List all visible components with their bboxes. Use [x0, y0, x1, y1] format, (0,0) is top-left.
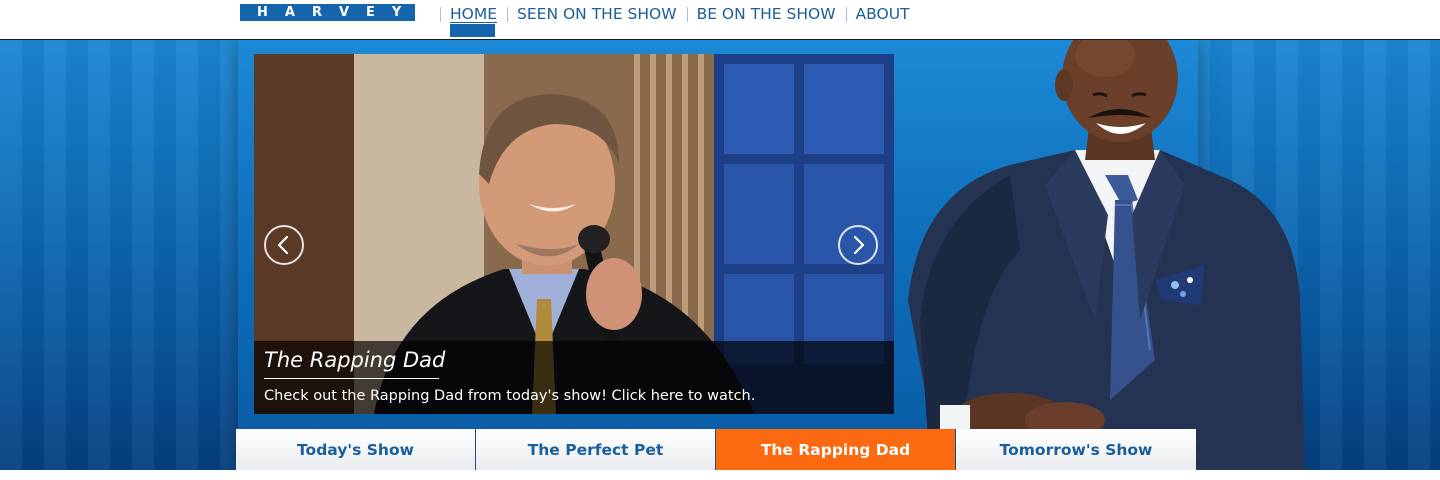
main-nav: HOME SEEN ON THE SHOW BE ON THE SHOW ABO… [440, 0, 920, 39]
slide-title[interactable]: The Rapping Dad [264, 347, 445, 373]
nav-item-label: ABOUT [855, 5, 910, 23]
nav-active-indicator [450, 24, 495, 37]
tab-todays-show[interactable]: Today's Show [236, 429, 476, 470]
tab-the-perfect-pet[interactable]: The Perfect Pet [476, 429, 716, 470]
nav-separator [845, 7, 847, 22]
nav-item-label: BE ON THE SHOW [696, 5, 836, 23]
slide-caption[interactable]: The Rapping Dad Check out the Rapping Da… [254, 341, 894, 414]
slide-tabs: Today's Show The Perfect Pet The Rapping… [236, 429, 1196, 470]
nav-item-label: SEEN ON THE SHOW [517, 5, 677, 23]
tab-tomorrows-show[interactable]: Tomorrow's Show [956, 429, 1196, 470]
tab-label: Tomorrow's Show [999, 440, 1153, 459]
nav-item-seen-on-the-show[interactable]: SEEN ON THE SHOW [507, 0, 687, 39]
harvey-logo[interactable]: HARVEY [240, 4, 415, 21]
nav-item-be-on-the-show[interactable]: BE ON THE SHOW [686, 0, 846, 39]
nav-item-home[interactable]: HOME [440, 0, 507, 39]
next-slide-button[interactable] [838, 225, 878, 265]
chevron-right-icon [853, 235, 865, 255]
host-portrait-image [908, 40, 1305, 470]
tab-label: The Perfect Pet [527, 440, 664, 459]
tab-the-rapping-dad[interactable]: The Rapping Dad [716, 429, 956, 470]
featured-slide[interactable]: The Rapping Dad Check out the Rapping Da… [254, 54, 894, 414]
nav-item-about[interactable]: ABOUT [845, 0, 920, 39]
tab-label: The Rapping Dad [760, 440, 911, 459]
hero-banner: The Rapping Dad Check out the Rapping Da… [0, 40, 1440, 470]
nav-separator [507, 7, 509, 22]
top-navigation-bar: HARVEY HOME SEEN ON THE SHOW BE ON THE S… [0, 0, 1440, 40]
caption-divider [264, 378, 439, 379]
nav-item-label: HOME [450, 5, 498, 23]
tab-label: Today's Show [297, 440, 414, 459]
chevron-left-icon [277, 235, 289, 255]
slide-description[interactable]: Check out the Rapping Dad from today's s… [264, 387, 755, 405]
previous-slide-button[interactable] [264, 225, 304, 265]
nav-separator [440, 7, 441, 22]
nav-separator [686, 7, 688, 22]
